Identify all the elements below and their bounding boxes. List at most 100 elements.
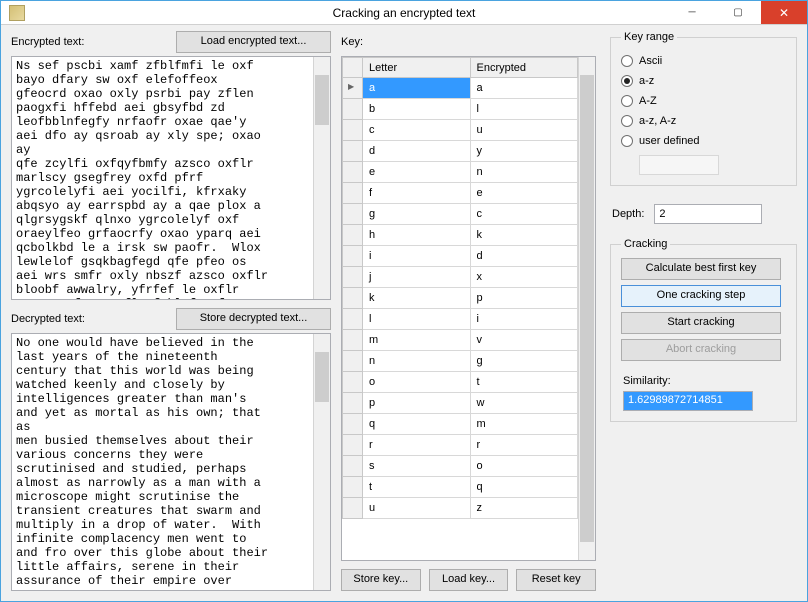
cell-encrypted[interactable]: a (470, 78, 578, 99)
row-header[interactable] (343, 351, 363, 372)
cell-letter[interactable]: k (363, 288, 471, 309)
cell-encrypted[interactable]: l (470, 99, 578, 120)
col-header-letter[interactable]: Letter (363, 58, 471, 78)
cell-letter[interactable]: l (363, 309, 471, 330)
cell-letter[interactable]: d (363, 141, 471, 162)
radio-option[interactable]: user defined (621, 131, 786, 151)
cell-letter[interactable]: b (363, 99, 471, 120)
row-header[interactable] (343, 288, 363, 309)
row-header[interactable] (343, 99, 363, 120)
cell-letter[interactable]: i (363, 246, 471, 267)
row-header[interactable] (343, 225, 363, 246)
cell-encrypted[interactable]: r (470, 435, 578, 456)
cell-encrypted[interactable]: p (470, 288, 578, 309)
maximize-button[interactable]: ▢ (715, 1, 761, 24)
cell-encrypted[interactable]: y (470, 141, 578, 162)
reset-key-button[interactable]: Reset key (516, 569, 596, 591)
table-row[interactable]: fe (343, 183, 578, 204)
cell-letter[interactable]: g (363, 204, 471, 225)
cell-encrypted[interactable]: c (470, 204, 578, 225)
radio-option[interactable]: a-z (621, 71, 786, 91)
minimize-button[interactable]: ─ (669, 1, 715, 24)
row-header[interactable] (343, 267, 363, 288)
load-encrypted-button[interactable]: Load encrypted text... (176, 31, 331, 53)
cell-encrypted[interactable]: g (470, 351, 578, 372)
cell-letter[interactable]: t (363, 477, 471, 498)
table-row[interactable]: qm (343, 414, 578, 435)
depth-input[interactable] (654, 204, 762, 224)
cell-letter[interactable]: a (363, 78, 471, 99)
cell-encrypted[interactable]: z (470, 498, 578, 519)
table-row[interactable]: so (343, 456, 578, 477)
row-header[interactable] (343, 162, 363, 183)
table-row[interactable]: ng (343, 351, 578, 372)
cell-encrypted[interactable]: m (470, 414, 578, 435)
cell-letter[interactable]: h (363, 225, 471, 246)
row-header[interactable] (343, 414, 363, 435)
decrypted-textarea[interactable]: No one would have believed in the last y… (11, 333, 331, 591)
radio-option[interactable]: A-Z (621, 91, 786, 111)
table-row[interactable]: pw (343, 393, 578, 414)
table-row[interactable]: aa (343, 78, 578, 99)
row-header[interactable] (343, 435, 363, 456)
table-row[interactable]: gc (343, 204, 578, 225)
radio-option[interactable]: Ascii (621, 51, 786, 71)
table-row[interactable]: rr (343, 435, 578, 456)
cell-letter[interactable]: s (363, 456, 471, 477)
table-row[interactable]: tq (343, 477, 578, 498)
row-header[interactable] (343, 246, 363, 267)
cell-encrypted[interactable]: t (470, 372, 578, 393)
cell-encrypted[interactable]: w (470, 393, 578, 414)
start-cracking-button[interactable]: Start cracking (621, 312, 781, 334)
radio-icon[interactable] (621, 55, 633, 67)
close-button[interactable]: ✕ (761, 1, 807, 24)
radio-option[interactable]: a-z, A-z (621, 111, 786, 131)
scrollbar[interactable] (578, 57, 595, 560)
row-header[interactable] (343, 309, 363, 330)
cell-encrypted[interactable]: o (470, 456, 578, 477)
cell-letter[interactable]: o (363, 372, 471, 393)
key-grid[interactable]: Letter Encrypted aablcudyenfegchkidjxkpl… (341, 56, 596, 561)
table-row[interactable]: ot (343, 372, 578, 393)
row-header[interactable] (343, 141, 363, 162)
table-row[interactable]: kp (343, 288, 578, 309)
row-header[interactable] (343, 393, 363, 414)
col-header-encrypted[interactable]: Encrypted (470, 58, 578, 78)
row-header[interactable] (343, 330, 363, 351)
cell-letter[interactable]: j (363, 267, 471, 288)
row-header[interactable] (343, 372, 363, 393)
store-key-button[interactable]: Store key... (341, 569, 421, 591)
row-header[interactable] (343, 78, 363, 99)
table-row[interactable]: jx (343, 267, 578, 288)
table-row[interactable]: mv (343, 330, 578, 351)
table-row[interactable]: id (343, 246, 578, 267)
row-header[interactable] (343, 120, 363, 141)
row-header[interactable] (343, 204, 363, 225)
radio-icon[interactable] (621, 95, 633, 107)
table-row[interactable]: hk (343, 225, 578, 246)
user-defined-input[interactable] (639, 155, 719, 175)
cell-letter[interactable]: c (363, 120, 471, 141)
table-row[interactable]: en (343, 162, 578, 183)
radio-icon[interactable] (621, 115, 633, 127)
cell-encrypted[interactable]: d (470, 246, 578, 267)
scrollbar[interactable] (313, 57, 330, 299)
table-row[interactable]: li (343, 309, 578, 330)
radio-icon[interactable] (621, 135, 633, 147)
calc-best-key-button[interactable]: Calculate best first key (621, 258, 781, 280)
cell-encrypted[interactable]: n (470, 162, 578, 183)
scrollbar[interactable] (313, 334, 330, 590)
cell-encrypted[interactable]: q (470, 477, 578, 498)
row-header[interactable] (343, 498, 363, 519)
load-key-button[interactable]: Load key... (429, 569, 509, 591)
table-row[interactable]: bl (343, 99, 578, 120)
row-header[interactable] (343, 477, 363, 498)
cell-letter[interactable]: n (363, 351, 471, 372)
table-row[interactable]: cu (343, 120, 578, 141)
cell-encrypted[interactable]: k (470, 225, 578, 246)
cell-encrypted[interactable]: v (470, 330, 578, 351)
cell-encrypted[interactable]: x (470, 267, 578, 288)
cell-encrypted[interactable]: i (470, 309, 578, 330)
cell-letter[interactable]: r (363, 435, 471, 456)
row-header[interactable] (343, 456, 363, 477)
